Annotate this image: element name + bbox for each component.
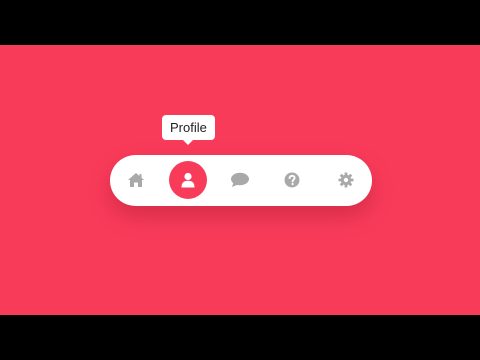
- home-icon: [128, 173, 144, 187]
- nav-item-messages[interactable]: [221, 161, 259, 199]
- nav-item-settings[interactable]: [327, 161, 365, 199]
- nav-item-home[interactable]: [117, 161, 155, 199]
- tooltip-arrow: [183, 140, 194, 145]
- profile-tooltip: Profile: [162, 115, 215, 145]
- question-circle-icon: [284, 172, 300, 188]
- tooltip-label: Profile: [170, 120, 207, 135]
- app-background: Profile: [0, 45, 480, 315]
- gear-icon: [338, 172, 354, 188]
- chat-bubble-icon: [231, 172, 249, 187]
- nav-item-profile[interactable]: [169, 161, 207, 199]
- user-icon: [181, 172, 195, 188]
- bottom-nav-bar: [110, 155, 372, 206]
- nav-item-help[interactable]: [273, 161, 311, 199]
